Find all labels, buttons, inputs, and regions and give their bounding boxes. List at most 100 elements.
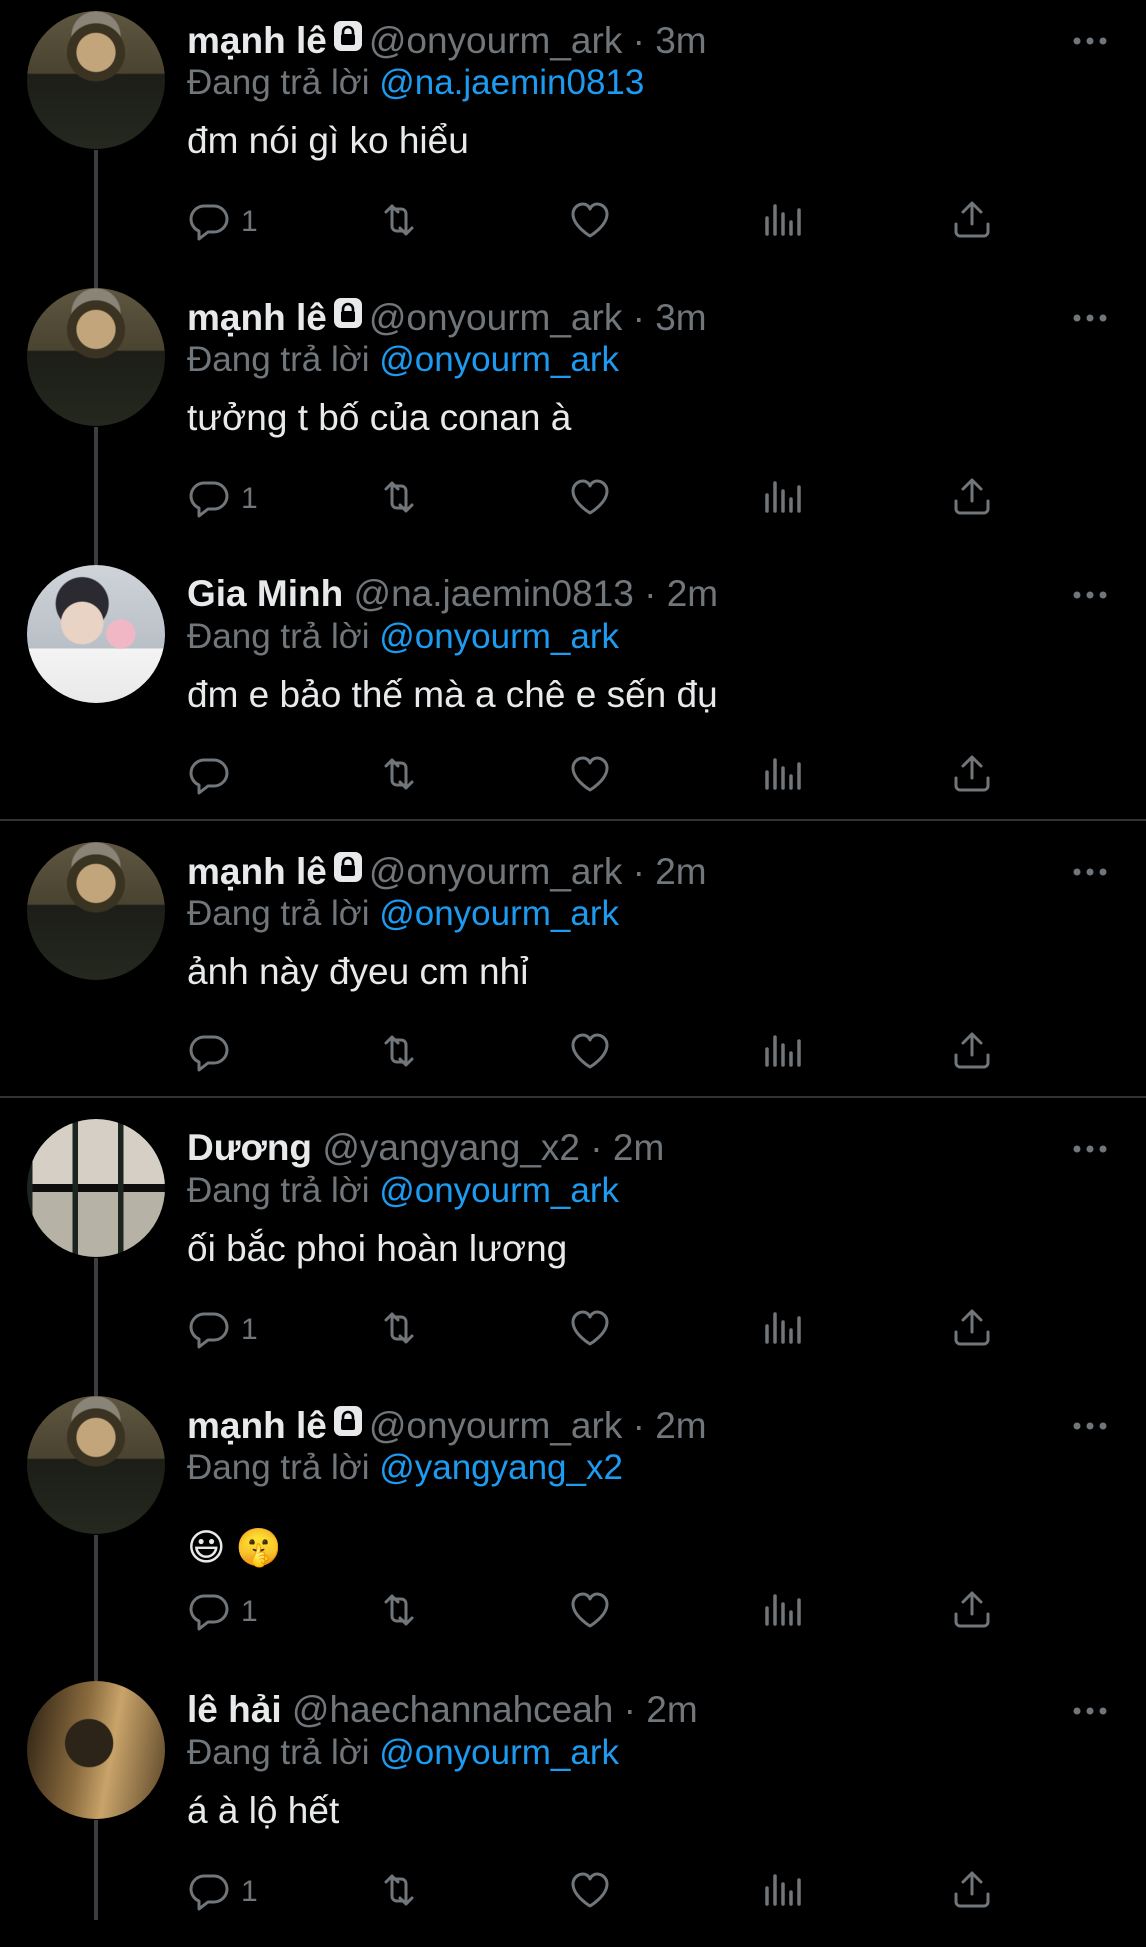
- avatar[interactable]: [27, 11, 165, 149]
- retweet-button[interactable]: [377, 1587, 421, 1637]
- avatar[interactable]: [27, 1396, 165, 1534]
- replying-to: Đang trả lời @onyourm_ark: [187, 892, 619, 936]
- user-handle[interactable]: @onyourm_ark: [369, 1405, 623, 1446]
- avatar[interactable]: [27, 1681, 165, 1819]
- user-handle[interactable]: @onyourm_ark: [369, 297, 623, 338]
- reply-count: 1: [241, 1595, 258, 1628]
- mention-link[interactable]: @onyourm_ark: [379, 1733, 619, 1772]
- like-button[interactable]: [568, 1028, 612, 1078]
- more-icon[interactable]: [1070, 857, 1110, 887]
- replying-label: Đang trả lời: [187, 63, 370, 102]
- more-icon[interactable]: [1070, 303, 1110, 333]
- timestamp[interactable]: 2m: [613, 1127, 664, 1168]
- views-button[interactable]: [759, 197, 803, 247]
- tweet[interactable]: mạnh lê @onyourm_ark · 2m Đang trả lời @y…: [0, 1385, 1146, 1662]
- views-icon: [759, 752, 803, 801]
- share-button[interactable]: [950, 1867, 994, 1917]
- share-button[interactable]: [950, 474, 994, 524]
- tweet[interactable]: Gia Minh @na.jaemin0813 · 2m Đang trả lờ…: [0, 554, 1146, 831]
- display-name[interactable]: mạnh lê: [187, 1405, 327, 1446]
- views-button[interactable]: [759, 474, 803, 524]
- retweet-button[interactable]: [377, 751, 421, 801]
- user-handle[interactable]: @haechannahceah: [292, 1689, 614, 1730]
- reply-button[interactable]: 1: [187, 474, 258, 524]
- retweet-button[interactable]: [377, 1028, 421, 1078]
- avatar[interactable]: [27, 288, 165, 426]
- display-name[interactable]: mạnh lê: [187, 20, 327, 61]
- more-icon[interactable]: [1070, 1134, 1110, 1164]
- timestamp[interactable]: 2m: [667, 573, 718, 614]
- share-icon: [950, 475, 994, 524]
- more-icon[interactable]: [1070, 580, 1110, 610]
- reply-button[interactable]: [187, 1028, 241, 1078]
- mention-link[interactable]: @onyourm_ark: [379, 617, 619, 656]
- tweet[interactable]: lê hải @haechannahceah · 2m Đang trả lời…: [0, 1670, 1146, 1947]
- display-name[interactable]: Gia Minh: [187, 573, 343, 614]
- avatar[interactable]: [27, 565, 165, 703]
- share-button[interactable]: [950, 1587, 994, 1637]
- mention-link[interactable]: @onyourm_ark: [379, 1171, 619, 1210]
- reply-icon: [187, 752, 231, 801]
- share-button[interactable]: [950, 197, 994, 247]
- more-icon[interactable]: [1070, 1696, 1110, 1726]
- views-button[interactable]: [759, 1867, 803, 1917]
- reply-icon: [187, 1306, 231, 1355]
- reply-button[interactable]: 1: [187, 1867, 258, 1917]
- avatar[interactable]: [27, 1119, 165, 1257]
- share-button[interactable]: [950, 751, 994, 801]
- user-handle[interactable]: @onyourm_ark: [369, 851, 623, 892]
- user-handle[interactable]: @onyourm_ark: [369, 20, 623, 61]
- like-button[interactable]: [568, 1867, 612, 1917]
- tweet[interactable]: mạnh lê @onyourm_ark · 3m Đang trả lời @n…: [0, 0, 1146, 277]
- tweet[interactable]: mạnh lê @onyourm_ark · 3m Đang trả lời @o…: [0, 277, 1146, 554]
- like-button[interactable]: [568, 1305, 612, 1355]
- separator: ·: [623, 1689, 636, 1730]
- timestamp[interactable]: 2m: [655, 851, 706, 892]
- mention-link[interactable]: @onyourm_ark: [379, 340, 619, 379]
- avatar[interactable]: [27, 842, 165, 980]
- retweet-button[interactable]: [377, 197, 421, 247]
- like-button[interactable]: [568, 197, 612, 247]
- views-button[interactable]: [759, 751, 803, 801]
- share-button[interactable]: [950, 1305, 994, 1355]
- retweet-button[interactable]: [377, 1305, 421, 1355]
- tweet[interactable]: Dương @yangyang_x2 · 2m Đang trả lời @on…: [0, 1108, 1146, 1385]
- mention-link[interactable]: @yangyang_x2: [379, 1448, 623, 1487]
- mention-link[interactable]: @na.jaemin0813: [379, 63, 644, 102]
- like-button[interactable]: [568, 751, 612, 801]
- share-icon: [950, 1868, 994, 1917]
- views-icon: [759, 1868, 803, 1917]
- display-name[interactable]: mạnh lê: [187, 851, 327, 892]
- display-name[interactable]: lê hải: [187, 1689, 282, 1730]
- timestamp[interactable]: 2m: [646, 1689, 697, 1730]
- retweet-icon: [377, 1588, 421, 1637]
- action-bar: 1: [187, 1305, 1017, 1355]
- retweet-button[interactable]: [377, 1867, 421, 1917]
- user-handle[interactable]: @yangyang_x2: [322, 1127, 580, 1168]
- reply-button[interactable]: 1: [187, 197, 258, 247]
- mention-link[interactable]: @onyourm_ark: [379, 894, 619, 933]
- user-handle[interactable]: @na.jaemin0813: [354, 573, 634, 614]
- like-button[interactable]: [568, 474, 612, 524]
- share-icon: [950, 1588, 994, 1637]
- retweet-icon: [377, 1306, 421, 1355]
- timestamp[interactable]: 3m: [655, 297, 706, 338]
- timestamp[interactable]: 2m: [655, 1405, 706, 1446]
- reply-count: 1: [241, 482, 258, 515]
- reply-button[interactable]: [187, 751, 241, 801]
- views-button[interactable]: [759, 1587, 803, 1637]
- share-button[interactable]: [950, 1028, 994, 1078]
- retweet-button[interactable]: [377, 474, 421, 524]
- tweet-text: á à lộ hết: [187, 1790, 340, 1831]
- more-icon[interactable]: [1070, 26, 1110, 56]
- display-name[interactable]: mạnh lê: [187, 297, 327, 338]
- reply-button[interactable]: 1: [187, 1587, 258, 1637]
- tweet[interactable]: mạnh lê @onyourm_ark · 2m Đang trả lời @o…: [0, 831, 1146, 1108]
- views-button[interactable]: [759, 1305, 803, 1355]
- reply-button[interactable]: 1: [187, 1305, 258, 1355]
- like-button[interactable]: [568, 1587, 612, 1637]
- views-button[interactable]: [759, 1028, 803, 1078]
- display-name[interactable]: Dương: [187, 1127, 312, 1168]
- more-icon[interactable]: [1070, 1411, 1110, 1441]
- timestamp[interactable]: 3m: [655, 20, 706, 61]
